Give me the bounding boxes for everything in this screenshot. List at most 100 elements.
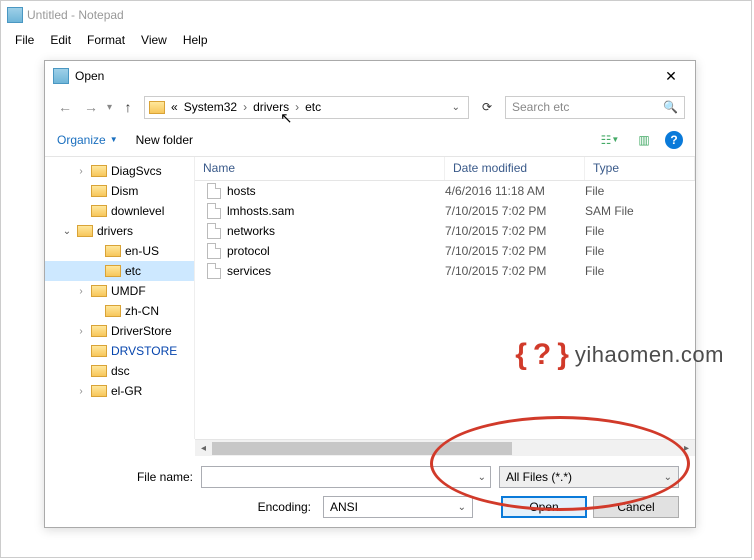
- file-icon: [207, 263, 221, 279]
- folder-icon: [149, 101, 165, 114]
- file-icon: [207, 203, 221, 219]
- breadcrumb[interactable]: « System32 › drivers › etc ⌄: [144, 96, 469, 119]
- search-icon: 🔍: [663, 100, 678, 114]
- tree-label: etc: [125, 264, 141, 278]
- notepad-icon: [7, 7, 23, 23]
- folder-icon: [91, 165, 107, 177]
- col-type[interactable]: Type: [585, 157, 695, 180]
- chevron-down-icon[interactable]: ⌄: [478, 472, 486, 483]
- menu-view[interactable]: View: [133, 31, 175, 47]
- preview-pane-button[interactable]: ▥: [631, 130, 657, 150]
- crumb-etc[interactable]: etc: [303, 100, 323, 114]
- tree-item[interactable]: dsc: [45, 361, 194, 381]
- dialog-footer: File name: ⌄ All Files (*.*) ⌄ Encoding:…: [45, 456, 695, 528]
- encoding-select[interactable]: ANSI ⌄: [323, 496, 473, 518]
- list-item[interactable]: hosts4/6/2016 11:18 AMFile: [195, 181, 695, 201]
- tree-label: dsc: [111, 364, 130, 378]
- tree-label: DRVSTORE: [111, 344, 177, 358]
- tree-item[interactable]: zh-CN: [45, 301, 194, 321]
- tree-item[interactable]: ›DriverStore: [45, 321, 194, 341]
- tree-label: el-GR: [111, 384, 142, 398]
- horizontal-scrollbar[interactable]: ◂ ▸: [195, 439, 695, 456]
- tree-item[interactable]: DRVSTORE: [45, 341, 194, 361]
- menu-help[interactable]: Help: [175, 31, 216, 47]
- close-icon[interactable]: ✕: [655, 68, 687, 85]
- tree-label: zh-CN: [125, 304, 159, 318]
- open-button[interactable]: Open: [501, 496, 587, 518]
- search-input[interactable]: Search etc 🔍: [505, 96, 685, 119]
- back-button[interactable]: ←: [55, 97, 75, 117]
- folder-icon: [91, 345, 107, 357]
- file-icon: [207, 243, 221, 259]
- tree-item[interactable]: ›DiagSvcs: [45, 161, 194, 181]
- folder-icon: [91, 365, 107, 377]
- file-name: lmhosts.sam: [227, 204, 294, 218]
- menu-format[interactable]: Format: [79, 31, 133, 47]
- chevron-icon[interactable]: ›: [75, 166, 87, 177]
- menu-file[interactable]: File: [7, 31, 42, 47]
- tree-item[interactable]: downlevel: [45, 201, 194, 221]
- dialog-title: Open: [75, 69, 655, 83]
- file-name: protocol: [227, 244, 270, 258]
- notepad-title: Untitled - Notepad: [27, 8, 124, 22]
- folder-icon: [91, 185, 107, 197]
- view-options-button[interactable]: ☷ ▼: [597, 130, 623, 150]
- chevron-icon[interactable]: ⌄: [61, 226, 73, 237]
- crumb-system32[interactable]: System32: [182, 100, 239, 114]
- notepad-menubar[interactable]: File Edit Format View Help: [1, 29, 751, 49]
- filename-input[interactable]: ⌄: [201, 466, 491, 488]
- crumb-drivers[interactable]: drivers: [251, 100, 291, 114]
- chevron-down-icon[interactable]: ⌄: [448, 102, 464, 113]
- filename-label: File name:: [61, 470, 201, 484]
- tree-item[interactable]: etc: [45, 261, 194, 281]
- list-header[interactable]: Name Date modified Type: [195, 157, 695, 181]
- file-name: networks: [227, 224, 275, 238]
- file-date: 7/10/2015 7:02 PM: [445, 264, 585, 278]
- file-date: 7/10/2015 7:02 PM: [445, 224, 585, 238]
- list-item[interactable]: lmhosts.sam7/10/2015 7:02 PMSAM File: [195, 201, 695, 221]
- forward-button[interactable]: →: [81, 97, 101, 117]
- col-name[interactable]: Name: [195, 157, 445, 180]
- tree-item[interactable]: Dism: [45, 181, 194, 201]
- cancel-button[interactable]: Cancel: [593, 496, 679, 518]
- list-item[interactable]: protocol7/10/2015 7:02 PMFile: [195, 241, 695, 261]
- tree-item[interactable]: ⌄ drivers: [45, 221, 194, 241]
- up-button[interactable]: ↑: [118, 97, 138, 117]
- dialog-titlebar: Open ✕: [45, 61, 695, 91]
- tree-label: drivers: [97, 224, 133, 238]
- list-item[interactable]: networks 7/10/2015 7:02 PMFile: [195, 221, 695, 241]
- file-name: services: [227, 264, 271, 278]
- chevron-icon[interactable]: ›: [75, 286, 87, 297]
- tree-label: UMDF: [111, 284, 146, 298]
- folder-tree[interactable]: ›DiagSvcs Dism downlevel ⌄ drivers en-US etc › U…: [45, 157, 195, 439]
- tree-item[interactable]: › UMDF: [45, 281, 194, 301]
- chevron-icon[interactable]: ›: [75, 326, 87, 337]
- scrollbar-thumb[interactable]: [212, 442, 512, 455]
- tree-item[interactable]: en-US: [45, 241, 194, 261]
- tree-label: Dism: [111, 184, 138, 198]
- help-icon[interactable]: ?: [665, 131, 683, 149]
- chevron-down-icon: ⌄: [458, 502, 466, 513]
- file-type: SAM File: [585, 204, 695, 218]
- tree-item[interactable]: › el-GR: [45, 381, 194, 401]
- refresh-button[interactable]: ⟳: [475, 96, 499, 119]
- folder-icon: [91, 205, 107, 217]
- file-type-filter[interactable]: All Files (*.*) ⌄: [499, 466, 679, 488]
- scroll-right-icon[interactable]: ▸: [678, 440, 695, 456]
- menu-edit[interactable]: Edit: [42, 31, 79, 47]
- notepad-titlebar: Untitled - Notepad: [1, 1, 751, 29]
- chevron-right-icon: ›: [241, 100, 249, 114]
- scroll-left-icon[interactable]: ◂: [195, 440, 212, 456]
- dialog-nav: ← → ▾ ↑ « System32 › drivers › etc ⌄ ⟳ S…: [45, 91, 695, 123]
- list-item[interactable]: services 7/10/2015 7:02 PMFile: [195, 261, 695, 281]
- folder-icon: [105, 305, 121, 317]
- chevron-icon[interactable]: ›: [75, 386, 87, 397]
- search-placeholder: Search etc: [512, 100, 569, 114]
- file-type: File: [585, 224, 695, 238]
- file-type: File: [585, 264, 695, 278]
- new-folder-button[interactable]: New folder: [136, 133, 193, 147]
- col-date[interactable]: Date modified: [445, 157, 585, 180]
- organize-button[interactable]: Organize ▼: [57, 133, 118, 147]
- folder-icon: [91, 325, 107, 337]
- file-list: Name Date modified Type hosts4/6/2016 11…: [195, 157, 695, 439]
